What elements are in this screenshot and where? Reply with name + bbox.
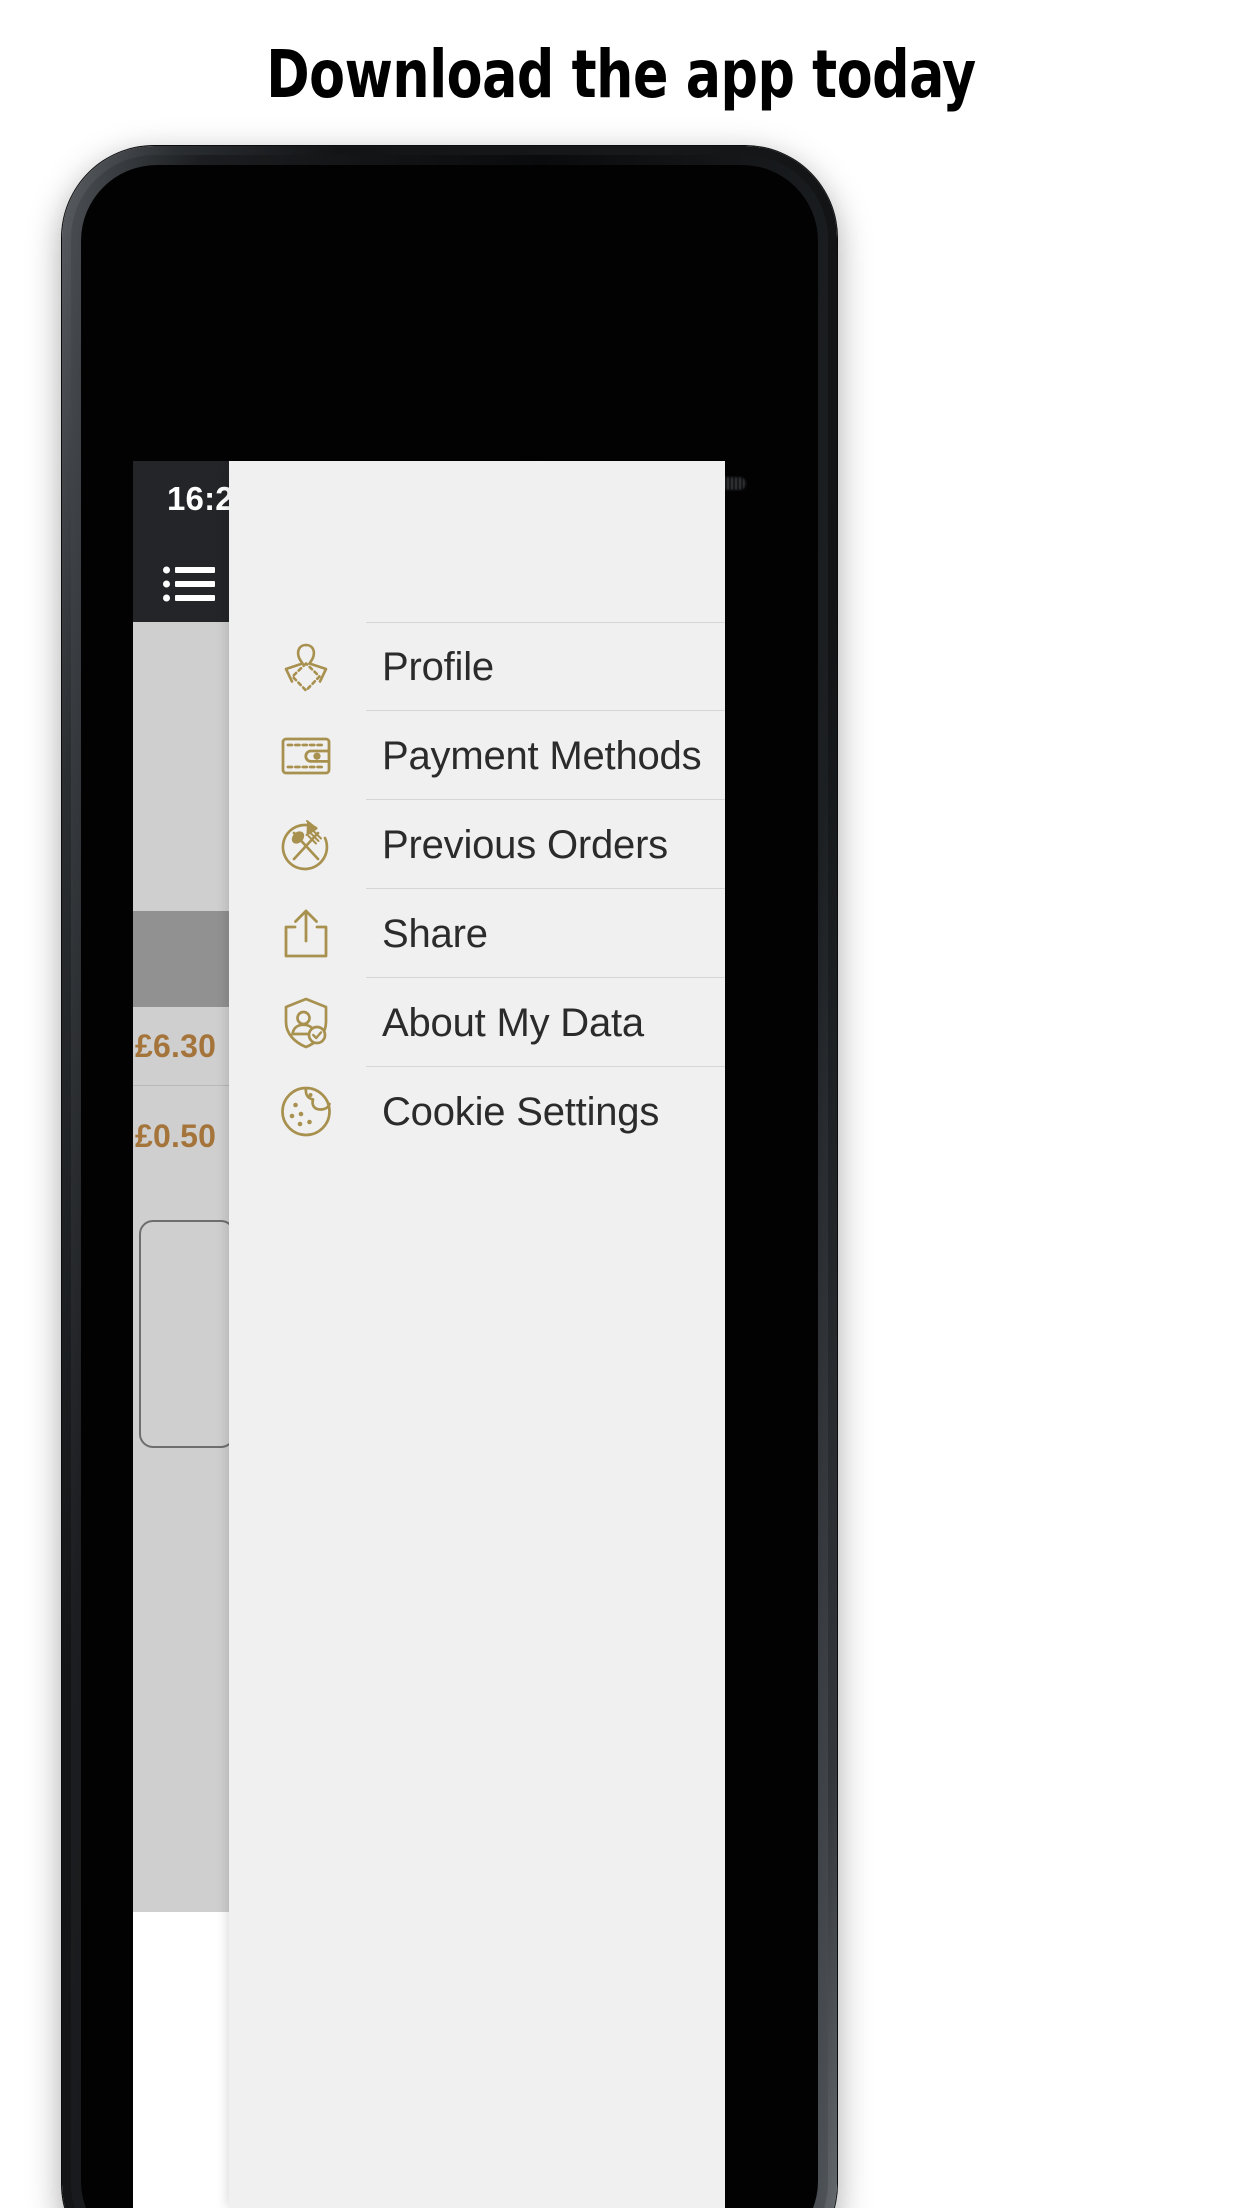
shield-person-check-icon (275, 992, 337, 1054)
background-action-button[interactable] (139, 1220, 235, 1448)
cookie-icon (275, 1081, 337, 1143)
background-price-1: £6.30 (135, 1028, 217, 1064)
background-price-2: £0.50 (135, 1118, 217, 1154)
drawer-item-label: Profile (382, 644, 494, 689)
hamburger-list-icon[interactable] (163, 566, 215, 602)
drawer-item-payment-methods[interactable]: Payment Methods (229, 711, 725, 800)
drawer-item-share[interactable]: Share (229, 889, 725, 978)
drawer-item-cookie-settings[interactable]: Cookie Settings (229, 1067, 725, 1156)
drawer-item-label: Share (382, 911, 488, 956)
previous-orders-icon (275, 814, 337, 876)
profile-chef-icon (275, 636, 337, 698)
page-root: Download the app today £6.30 £0.50 16:20… (0, 0, 1242, 2208)
wallet-icon (275, 725, 337, 787)
drawer-header-space (229, 461, 725, 622)
menu-separator (366, 1155, 725, 1156)
side-drawer: Profile Payment Methods Previous Orders … (229, 461, 725, 2208)
menu-separator-top (366, 622, 725, 623)
drawer-item-profile[interactable]: Profile (229, 622, 725, 711)
drawer-item-label: Previous Orders (382, 822, 668, 867)
drawer-menu-list: Profile Payment Methods Previous Orders … (229, 622, 725, 1156)
drawer-item-label: About My Data (382, 1000, 644, 1045)
share-icon (275, 903, 337, 965)
phone-screen: £6.30 £0.50 16:20 Profile Payment Method… (133, 461, 725, 2208)
drawer-item-previous-orders[interactable]: Previous Orders (229, 800, 725, 889)
page-title: Download the app today (266, 36, 976, 113)
drawer-item-about-my-data[interactable]: About My Data (229, 978, 725, 1067)
drawer-item-label: Payment Methods (382, 733, 702, 778)
drawer-item-label: Cookie Settings (382, 1089, 660, 1134)
